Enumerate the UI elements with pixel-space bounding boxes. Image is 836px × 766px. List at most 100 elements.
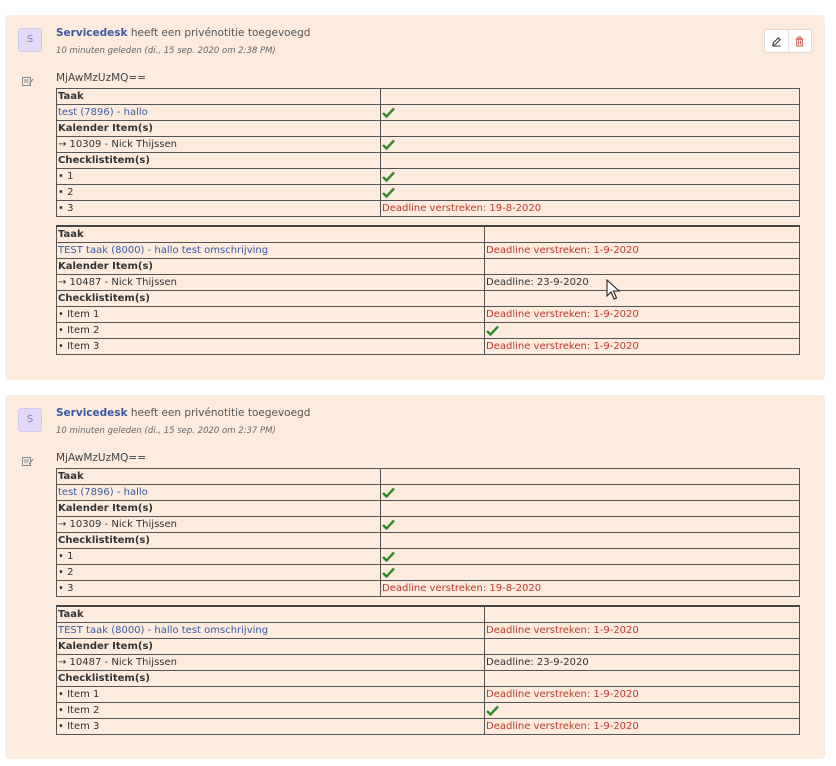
- table-row: Kalender Item(s): [56, 120, 800, 137]
- table-row: Taak: [56, 88, 800, 105]
- deadline-status: Deadline: 23-9-2020: [484, 654, 800, 671]
- table-row: • Item 1 Deadline verstreken: 1-9-2020: [56, 686, 800, 703]
- checklist-header: Checklistitem(s): [56, 290, 485, 307]
- table-row: → 10309 - Nick Thijssen: [56, 136, 800, 153]
- table-row: → 10487 - Nick Thijssen Deadline: 23-9-20…: [56, 654, 800, 671]
- table-row: → 10487 - Nick Thijssen Deadline: 23-9-20…: [56, 274, 800, 291]
- private-note-card: S Servicedesk heeft een privénotitie toe…: [5, 395, 825, 759]
- table-row: • 3 Deadline verstreken: 19-8-2020: [56, 200, 800, 217]
- taak-header: Taak: [56, 225, 485, 243]
- checklist-item: • 3: [56, 200, 381, 217]
- checklist-item: • Item 2: [56, 322, 485, 339]
- checkmark-icon: [382, 139, 395, 150]
- task-link[interactable]: TEST taak (8000) - hallo test omschrijvi…: [56, 242, 485, 259]
- task-link[interactable]: test (7896) - hallo: [56, 484, 381, 501]
- table-row: Taak: [56, 468, 800, 485]
- checklist-header: Checklistitem(s): [56, 152, 381, 169]
- author-link[interactable]: Servicedesk: [56, 407, 128, 419]
- checklist-item: • Item 3: [56, 338, 485, 355]
- table-row: • Item 3 Deadline verstreken: 1-9-2020: [56, 338, 800, 355]
- note-code: MjAwMzUzMQ==: [56, 72, 147, 84]
- checkmark-icon: [382, 187, 395, 198]
- checkmark-icon: [382, 487, 395, 498]
- table-row: Kalender Item(s): [56, 638, 800, 655]
- table-row: • Item 2: [56, 322, 800, 339]
- deadline-status: Deadline verstreken: 19-8-2020: [380, 580, 800, 597]
- table-row: Kalender Item(s): [56, 500, 800, 517]
- checkmark-icon: [486, 325, 499, 336]
- kalender-item: → 10487 - Nick Thijssen: [56, 654, 485, 671]
- table-row: • 2: [56, 184, 800, 201]
- table-row: • 1: [56, 168, 800, 185]
- checkmark-icon: [382, 551, 395, 562]
- table-row: Checklistitem(s): [56, 152, 800, 169]
- deadline-status: Deadline verstreken: 1-9-2020: [484, 306, 800, 323]
- taak-header: Taak: [56, 468, 381, 485]
- avatar: S: [18, 28, 42, 52]
- note-timestamp: 10 minuten geleden (di., 15 sep. 2020 om…: [56, 426, 276, 436]
- checklist-item: • Item 3: [56, 718, 485, 735]
- table-row: Taak: [56, 225, 800, 243]
- checkmark-icon: [382, 567, 395, 578]
- table-row: TEST taak (8000) - hallo test omschrijvi…: [56, 622, 800, 639]
- checklist-item: • Item 1: [56, 686, 485, 703]
- deadline-status: Deadline verstreken: 1-9-2020: [484, 622, 800, 639]
- table-row: • 1: [56, 548, 800, 565]
- table-row: Checklistitem(s): [56, 532, 800, 549]
- kalender-header: Kalender Item(s): [56, 258, 485, 275]
- table-row: Kalender Item(s): [56, 258, 800, 275]
- note-action-text: heeft een privénotitie toegevoegd: [130, 407, 311, 419]
- deadline-status: Deadline verstreken: 1-9-2020: [484, 686, 800, 703]
- checklist-item: • Item 1: [56, 306, 485, 323]
- note-icon: [22, 77, 34, 86]
- deadline-status: Deadline verstreken: 1-9-2020: [484, 718, 800, 735]
- table-row: • 3 Deadline verstreken: 19-8-2020: [56, 580, 800, 597]
- edit-note-button[interactable]: [765, 30, 789, 52]
- note-header: Servicedesk heeft een privénotitie toege…: [56, 407, 310, 419]
- checkmark-icon: [382, 171, 395, 182]
- checkmark-icon: [382, 107, 395, 118]
- mouse-cursor-icon: [606, 279, 621, 300]
- note-actions: [764, 29, 812, 53]
- author-link[interactable]: Servicedesk: [56, 27, 128, 39]
- task-table: Taak test (7896) - hallo Kalender Item(s…: [56, 88, 800, 217]
- table-row: Checklistitem(s): [56, 670, 800, 687]
- table-row: • Item 3 Deadline verstreken: 1-9-2020: [56, 718, 800, 735]
- table-row: → 10309 - Nick Thijssen: [56, 516, 800, 533]
- table-row: • 2: [56, 564, 800, 581]
- deadline-status: Deadline: 23-9-2020: [484, 274, 800, 291]
- avatar: S: [18, 408, 42, 432]
- task-link[interactable]: TEST taak (8000) - hallo test omschrijvi…: [56, 622, 485, 639]
- checklist-item: • 3: [56, 580, 381, 597]
- pencil-icon: [771, 36, 781, 47]
- checklist-header: Checklistitem(s): [56, 532, 381, 549]
- table-row: Checklistitem(s): [56, 290, 800, 307]
- kalender-item: → 10309 - Nick Thijssen: [56, 516, 381, 533]
- checkmark-icon: [382, 519, 395, 530]
- checklist-item: • 2: [56, 564, 381, 581]
- note-timestamp: 10 minuten geleden (di., 15 sep. 2020 om…: [56, 46, 276, 56]
- deadline-status: Deadline verstreken: 19-8-2020: [380, 200, 800, 217]
- checklist-item: • 1: [56, 168, 381, 185]
- task-table: Taak TEST taak (8000) - hallo test omsch…: [56, 225, 800, 355]
- checklist-item: • 2: [56, 184, 381, 201]
- kalender-header: Kalender Item(s): [56, 120, 381, 137]
- table-row: • Item 1 Deadline verstreken: 1-9-2020: [56, 306, 800, 323]
- table-row: • Item 2: [56, 702, 800, 719]
- note-action-text: heeft een privénotitie toegevoegd: [130, 27, 311, 39]
- checklist-item: • 1: [56, 548, 381, 565]
- kalender-header: Kalender Item(s): [56, 638, 485, 655]
- private-note-card: S Servicedesk heeft een privénotitie toe…: [5, 15, 825, 380]
- taak-header: Taak: [56, 88, 381, 105]
- delete-note-button[interactable]: [789, 30, 812, 52]
- kalender-item: → 10309 - Nick Thijssen: [56, 136, 381, 153]
- checkmark-icon: [486, 705, 499, 716]
- deadline-status: Deadline verstreken: 1-9-2020: [484, 338, 800, 355]
- table-row: Taak: [56, 605, 800, 623]
- checklist-header: Checklistitem(s): [56, 670, 485, 687]
- task-link[interactable]: test (7896) - hallo: [56, 104, 381, 121]
- deadline-status: Deadline verstreken: 1-9-2020: [484, 242, 800, 259]
- kalender-item: → 10487 - Nick Thijssen: [56, 274, 485, 291]
- checklist-item: • Item 2: [56, 702, 485, 719]
- table-row: test (7896) - hallo: [56, 104, 800, 121]
